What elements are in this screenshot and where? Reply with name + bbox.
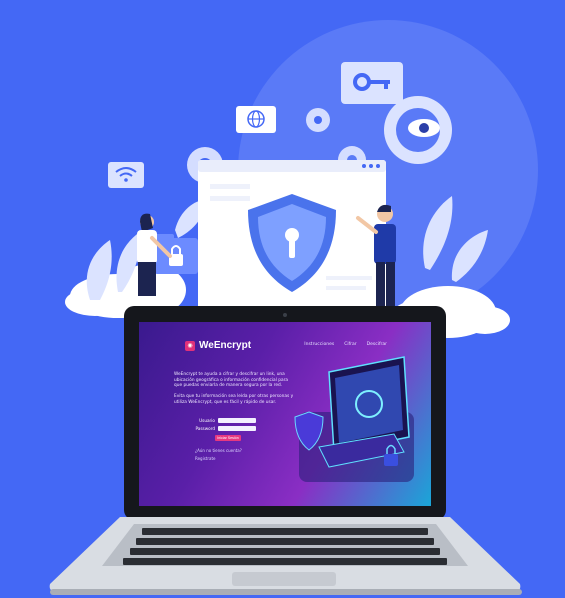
globe-icon bbox=[236, 106, 276, 133]
intro-text: WeEncrypt te ayuda a cifrar y descifrar … bbox=[174, 372, 288, 389]
no-account-text: ¿Aún no tienes cuenta? bbox=[195, 448, 242, 453]
register-link[interactable]: Registrate bbox=[195, 456, 216, 461]
username-label: Usuario bbox=[199, 418, 215, 423]
illustration-padlock bbox=[384, 454, 398, 466]
eye-gear-icon bbox=[384, 96, 452, 164]
nav-item-instrucciones[interactable]: Instrucciones bbox=[304, 342, 334, 347]
nav-item-cifrar[interactable]: Cifrar bbox=[344, 342, 356, 347]
app-name: WeEncrypt bbox=[199, 340, 252, 351]
login-button[interactable]: Iniciar Sesión bbox=[215, 435, 241, 441]
app-logo: ◉ WeEncrypt bbox=[185, 340, 251, 351]
illustration-monitor-glow bbox=[335, 365, 403, 443]
wifi-icon bbox=[108, 162, 144, 188]
username-row: Usuario bbox=[195, 418, 256, 423]
intro-text-secondary: Evita que tu información sea leída por o… bbox=[174, 394, 294, 405]
password-row: Password bbox=[195, 426, 256, 431]
password-input[interactable] bbox=[218, 426, 256, 431]
key-icon bbox=[341, 62, 403, 104]
logo-lock-icon: ◉ bbox=[185, 340, 195, 351]
laptop-camera bbox=[283, 313, 287, 317]
padlock-icon bbox=[154, 234, 198, 274]
weencrypt-app-screen: ◉ WeEncrypt Instrucciones Cifrar Descifr… bbox=[139, 322, 431, 506]
illustration-background bbox=[49, 20, 538, 595]
nav-item-descifrar[interactable]: Descifrar bbox=[367, 342, 387, 347]
password-label: Password bbox=[195, 426, 215, 431]
top-nav: Instrucciones Cifrar Descifrar bbox=[304, 342, 387, 347]
screen-illustration bbox=[294, 356, 414, 482]
username-input[interactable] bbox=[218, 418, 256, 423]
